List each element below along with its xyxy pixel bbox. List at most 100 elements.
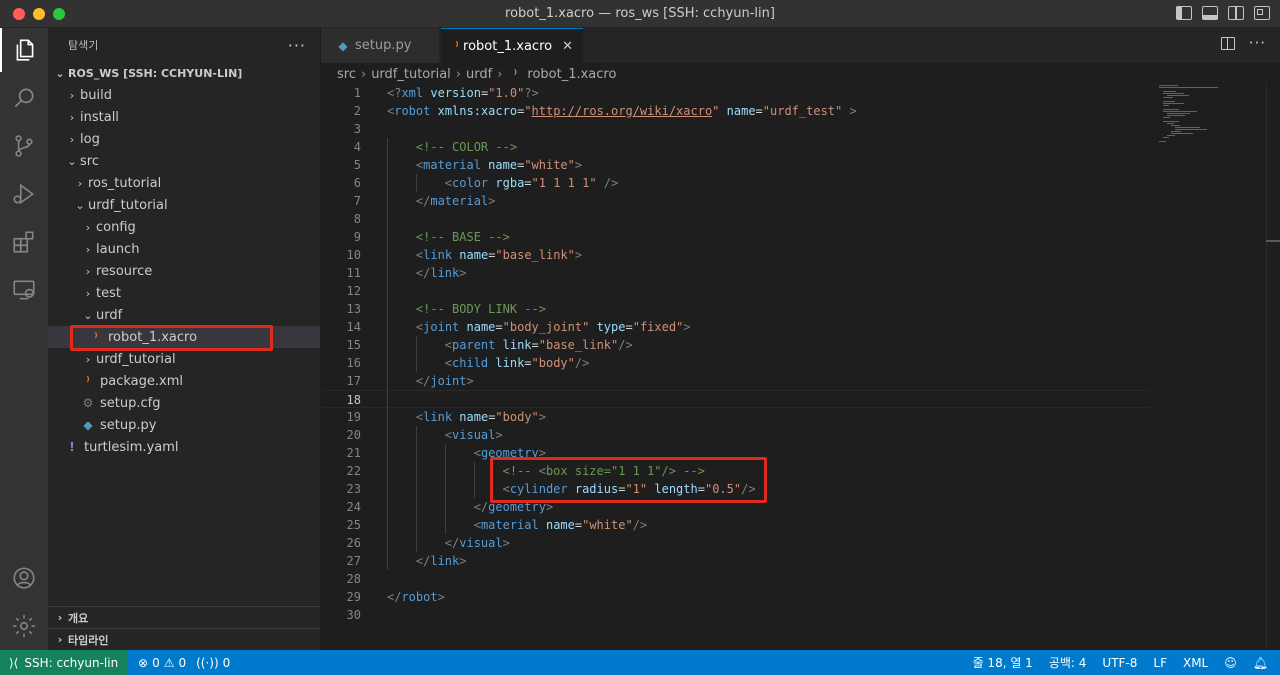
encoding[interactable]: UTF-8 xyxy=(1102,656,1137,670)
breadcrumb-urdf[interactable]: urdf xyxy=(466,67,492,82)
tab-robot-1-xacro[interactable]: ⁾ robot_1.xacro ✕ xyxy=(441,28,583,63)
remote-indicator[interactable]: ⟩⟨ SSH: cchyun-lin xyxy=(0,650,128,675)
feedback-icon[interactable]: ☺ xyxy=(1224,656,1237,670)
code-line[interactable]: 4 <!-- COLOR --> xyxy=(321,138,1151,156)
tree-item-install[interactable]: › install xyxy=(48,106,320,128)
code-line[interactable]: 16 <child link="body"/> xyxy=(321,354,1151,372)
close-tab-icon[interactable]: ✕ xyxy=(562,39,573,54)
toggle-secondary-sidebar-icon[interactable] xyxy=(1228,6,1244,20)
code-line[interactable]: 2 <robot xmlns:xacro="http://ros.org/wiki… xyxy=(321,102,1151,120)
tree-item-src[interactable]: ⌄ src xyxy=(48,150,320,172)
code-line[interactable]: 11 </link> xyxy=(321,264,1151,282)
code-editor[interactable]: 1 <?xml version="1.0"?> 2 <robot xmlns:xacr… xyxy=(321,83,1151,650)
tree-item-test[interactable]: › test xyxy=(48,282,320,304)
code-line[interactable]: 18 xyxy=(321,390,1151,408)
tree-item-log[interactable]: › log xyxy=(48,128,320,150)
line-number: 18 xyxy=(346,393,361,407)
code-line[interactable]: 6 <color rgba="1 1 1 1" /> xyxy=(321,174,1151,192)
code-line[interactable]: 9 <!-- BASE --> xyxy=(321,228,1151,246)
code-line[interactable]: 27 </link> xyxy=(321,552,1151,570)
cursor-position[interactable]: 줄 18, 열 1 xyxy=(973,654,1033,671)
tree-item-urdf-tutorial-pkg[interactable]: › urdf_tutorial xyxy=(48,348,320,370)
explorer-icon[interactable] xyxy=(0,28,48,72)
tree-item-urdf[interactable]: ⌄ urdf xyxy=(48,304,320,326)
code-line[interactable]: 3 xyxy=(321,120,1151,138)
breadcrumb-robot-1-xacro[interactable]: robot_1.xacro xyxy=(527,67,616,82)
code-token: xml xyxy=(401,86,424,100)
code-line[interactable]: 28 xyxy=(321,570,1151,588)
language-mode[interactable]: XML xyxy=(1183,656,1208,670)
notifications-bell-icon[interactable]: 🔔︎ xyxy=(1253,656,1268,670)
toggle-primary-sidebar-icon[interactable] xyxy=(1176,6,1192,20)
more-actions-icon[interactable]: ··· xyxy=(1249,36,1266,51)
tree-item-ros-tutorial[interactable]: › ros_tutorial xyxy=(48,172,320,194)
chevron-right-icon: › xyxy=(69,132,75,146)
code-line[interactable]: 10 <link name="base_link"> xyxy=(321,246,1151,264)
code-line[interactable]: 15 <parent link="base_link"/> xyxy=(321,336,1151,354)
code-line[interactable]: 30 xyxy=(321,606,1151,624)
code-line[interactable]: 1 <?xml version="1.0"?> xyxy=(321,84,1151,102)
minimap-line xyxy=(1159,141,1167,142)
end-of-line[interactable]: LF xyxy=(1153,656,1167,670)
code-line[interactable]: 29 </robot> xyxy=(321,588,1151,606)
line-number: 8 xyxy=(353,212,361,226)
ports-indicator[interactable]: ((·)) 0 xyxy=(196,656,230,670)
explorer-title: 탐색기 xyxy=(68,39,99,52)
code-line[interactable]: 14 <joint name="body_joint" type="fixed"… xyxy=(321,318,1151,336)
code-line[interactable]: 13 <!-- BODY LINK --> xyxy=(321,300,1151,318)
explorer-more-actions-button[interactable]: ··· xyxy=(288,36,306,55)
tree-item-config[interactable]: › config xyxy=(48,216,320,238)
tree-item-urdf-tutorial[interactable]: ⌄ urdf_tutorial xyxy=(48,194,320,216)
broadcast-icon: ((·)) xyxy=(196,655,219,670)
search-icon[interactable] xyxy=(0,76,48,120)
tree-item-resource[interactable]: › resource xyxy=(48,260,320,282)
code-text: <?xml version="1.0"?> xyxy=(387,84,539,102)
extensions-icon[interactable] xyxy=(0,220,48,264)
code-token: link xyxy=(423,410,453,424)
minimap[interactable] xyxy=(1151,83,1266,650)
code-token: > xyxy=(488,194,496,208)
remote-explorer-icon[interactable] xyxy=(0,268,48,312)
tree-item-package-xml[interactable]: ⁾ package.xml xyxy=(48,370,320,392)
vertical-scrollbar[interactable] xyxy=(1266,83,1280,650)
breadcrumb-src[interactable]: src xyxy=(337,67,356,82)
tree-item-setup-cfg[interactable]: ⚙ setup.cfg xyxy=(48,392,320,414)
breadcrumb-urdf-tutorial[interactable]: urdf_tutorial xyxy=(371,67,451,82)
code-line[interactable]: 7 </material> xyxy=(321,192,1151,210)
code-line[interactable]: 17 </joint> xyxy=(321,372,1151,390)
yaml-file-icon: ! xyxy=(69,440,75,454)
tree-item-setup-py[interactable]: ◆ setup.py xyxy=(48,414,320,436)
source-control-icon[interactable] xyxy=(0,124,48,168)
tree-item-turtlesim-yaml[interactable]: ! turtlesim.yaml xyxy=(48,436,320,458)
outline-section[interactable]: › 개요 xyxy=(48,606,320,628)
problems-indicator[interactable]: ⊗ 0 ⚠ 0 xyxy=(138,656,186,670)
tree-item-build[interactable]: › build xyxy=(48,84,320,106)
settings-gear-icon[interactable] xyxy=(0,604,48,648)
tree-item-launch[interactable]: › launch xyxy=(48,238,320,260)
code-line[interactable]: 5 <material name="white"> xyxy=(321,156,1151,174)
account-icon[interactable] xyxy=(0,556,48,600)
code-token: </ xyxy=(415,266,431,280)
customize-layout-icon[interactable] xyxy=(1254,6,1270,20)
code-line[interactable]: 12 xyxy=(321,282,1151,300)
minimize-window-button[interactable] xyxy=(33,8,45,20)
code-token: > xyxy=(459,554,467,568)
toggle-panel-icon[interactable] xyxy=(1202,6,1218,20)
run-debug-icon[interactable] xyxy=(0,172,48,216)
chevron-down-icon: ⌄ xyxy=(55,66,65,80)
code-text: <visual> xyxy=(387,426,503,444)
maximize-window-button[interactable] xyxy=(53,8,65,20)
tab-setup-py[interactable]: ◆ setup.py xyxy=(321,28,440,63)
code-token: < xyxy=(444,176,453,190)
code-line[interactable]: 8 xyxy=(321,210,1151,228)
workspace-root[interactable]: ⌄ ROS_WS [SSH: CCHYUN-LIN] xyxy=(48,62,320,84)
timeline-section[interactable]: › 타임라인 xyxy=(48,628,320,650)
code-line[interactable]: 19 <link name="body"> xyxy=(321,408,1151,426)
close-window-button[interactable] xyxy=(13,8,25,20)
indentation[interactable]: 공백: 4 xyxy=(1049,654,1087,671)
split-editor-icon[interactable] xyxy=(1220,37,1235,50)
code-line[interactable]: 20 <visual> xyxy=(321,426,1151,444)
code-line[interactable]: 26 </visual> xyxy=(321,534,1151,552)
